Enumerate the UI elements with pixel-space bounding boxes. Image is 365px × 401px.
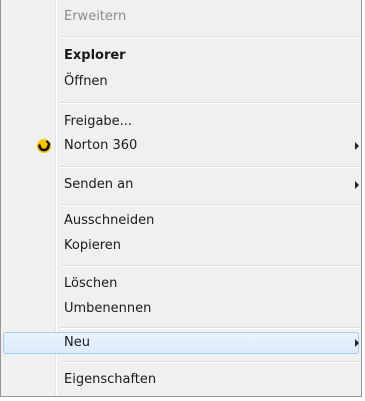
menu-separator — [60, 102, 360, 104]
menu-item-label: Norton 360 — [64, 138, 138, 153]
menu-item-neu[interactable]: Neu — [3, 332, 359, 354]
context-menu: Erweitern Explorer Öffnen Freigabe... No… — [0, 0, 362, 397]
norton-icon — [37, 139, 51, 153]
menu-item-eigenschaften[interactable]: Eigenschaften — [3, 369, 359, 391]
menu-item-senden-an[interactable]: Senden an — [3, 174, 359, 196]
menu-item-explorer[interactable]: Explorer — [3, 45, 359, 67]
menu-item-label: Freigabe... — [64, 114, 133, 129]
menu-item-label: Umbenennen — [64, 301, 152, 316]
menu-item-freigabe[interactable]: Freigabe... — [3, 111, 359, 133]
menu-item-loeschen[interactable]: Löschen — [3, 273, 359, 295]
menu-separator — [60, 327, 360, 329]
menu-item-oeffnen[interactable]: Öffnen — [3, 71, 359, 93]
menu-separator — [60, 361, 360, 363]
submenu-arrow-icon — [355, 142, 359, 150]
menu-item-label: Explorer — [64, 48, 126, 63]
menu-item-label: Kopieren — [64, 238, 121, 253]
menu-item-label: Löschen — [64, 276, 118, 291]
menu-item-umbenennen[interactable]: Umbenennen — [3, 298, 359, 320]
submenu-arrow-icon — [355, 339, 359, 347]
menu-item-label: Erweitern — [64, 9, 127, 24]
menu-item-ausschneiden[interactable]: Ausschneiden — [3, 210, 359, 232]
desktop-background — [0, 397, 365, 401]
menu-item-norton-360[interactable]: Norton 360 — [3, 135, 359, 157]
menu-item-label: Öffnen — [64, 74, 108, 89]
menu-item-label: Ausschneiden — [64, 213, 155, 228]
submenu-arrow-icon — [355, 181, 359, 189]
menu-item-erweitern: Erweitern — [3, 6, 359, 28]
menu-item-label: Eigenschaften — [64, 372, 157, 387]
menu-separator — [60, 166, 360, 168]
menu-separator — [60, 204, 360, 206]
menu-item-label: Neu — [64, 335, 90, 350]
menu-separator — [60, 265, 360, 267]
menu-separator — [60, 36, 360, 38]
menu-item-label: Senden an — [64, 177, 134, 192]
menu-item-kopieren[interactable]: Kopieren — [3, 235, 359, 257]
